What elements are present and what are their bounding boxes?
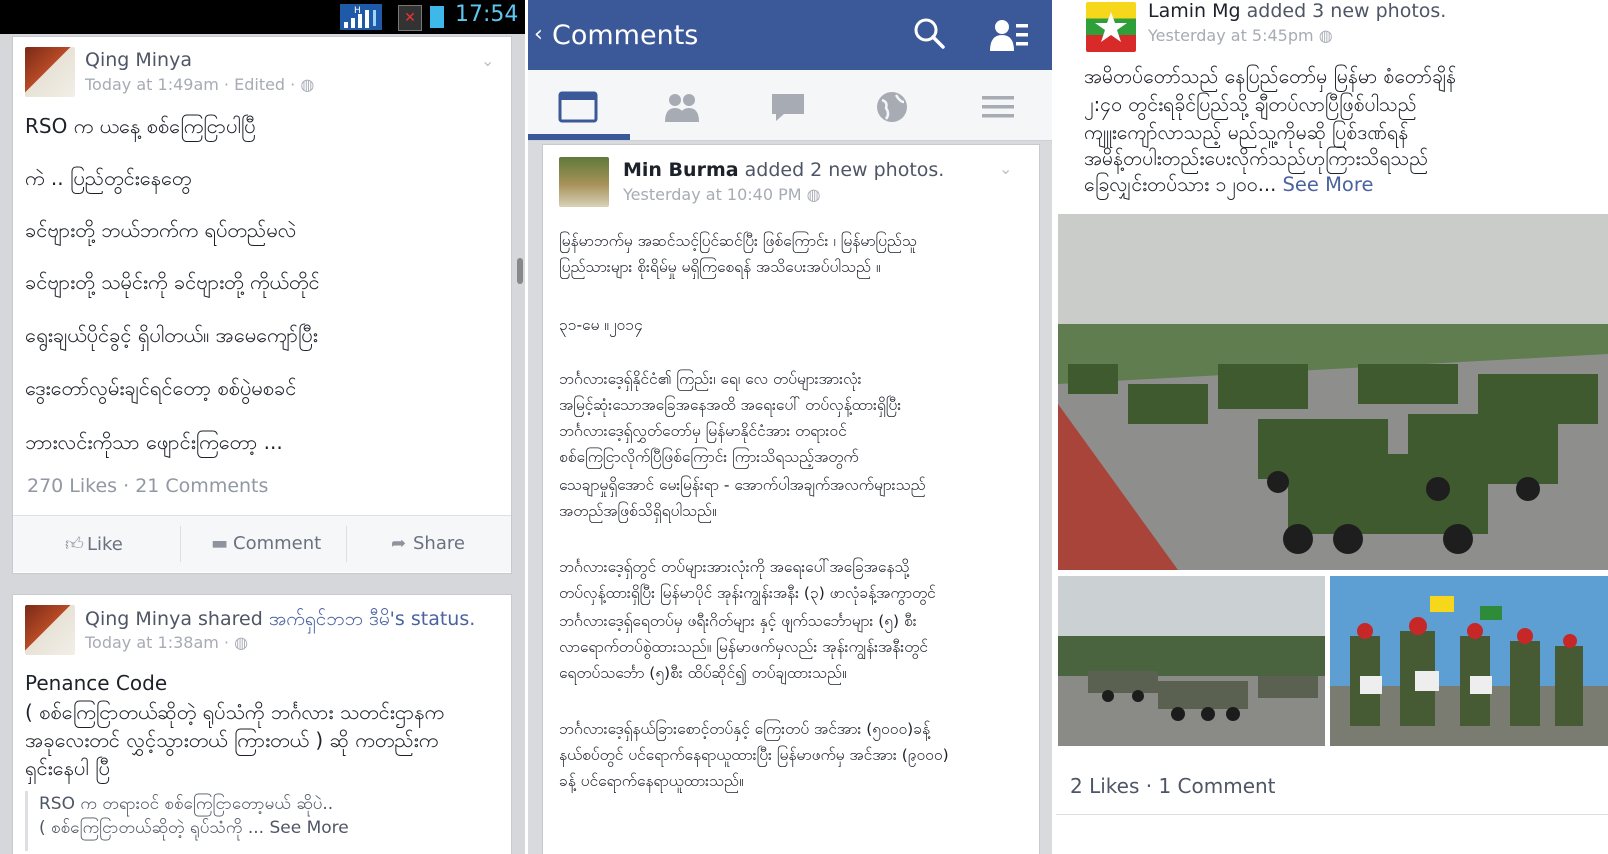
post-stats[interactable]: 2 Likes · 1 Comment <box>1070 774 1276 798</box>
post-text-line: ဘားလင်းကိုသာ ဖျောင်းကြတော့ ... <box>25 430 283 454</box>
status-bar: H ✕ 17:54 <box>0 0 525 34</box>
post-text-line: ဘင်္ဂလားဒေ့ရှ်နိုင်ငံ၏ ကြည်း၊ ရေ၊ လေ တပ်… <box>559 370 862 388</box>
post-text-line: ( စစ်ကြေငြာတယ်ဆိုတဲ့ ရုပ်သံကို ဘင်္ဂလား … <box>25 700 445 724</box>
globe-icon: ◍ <box>806 185 821 204</box>
feed-panel-right: Lamin Mg added 3 new photos. Yesterday a… <box>1056 0 1608 854</box>
post-text-line: အမြင့်ဆုံးသောအခြေအနေအထိ အရေးပေါ် တပ်လှန့… <box>559 396 902 414</box>
post-text-line: ဘင်္ဂလားဒေ့ရှ်လွှတ်တော်မှ မြန်မာနိုင်ငံအ… <box>559 422 847 440</box>
tab-messages[interactable] <box>766 90 810 124</box>
post-author[interactable]: Qing Minya shared အက်ရှင်ဘဘ ဒီမိ's statu… <box>85 607 475 635</box>
photo-marching-band[interactable] <box>1330 576 1608 746</box>
comments-panel: ‹ Comments Min Burma added 2 new photos.… <box>528 0 1052 854</box>
post-stats[interactable]: 270 Likes · 21 Comments <box>27 475 268 497</box>
feed-panel-left: H ✕ 17:54 Qing Minya Today at 1:49am · E… <box>0 0 525 854</box>
tab-friends[interactable] <box>660 90 704 124</box>
like-button[interactable]: 👍︎ Like <box>65 533 123 555</box>
post-card: Qing Minya Today at 1:49am · Edited · ◍ … <box>12 36 512 574</box>
post-text-line: ဘင်္ဂလားဒေ့ရှ်တွင် တပ်များအားလုံးကို အရေ… <box>559 558 910 576</box>
quoted-text-line: RSO က တရားဝင် စစ်ကြေငြာတော့မယ် ဆိုပဲ.. <box>39 794 334 814</box>
post-meta: Yesterday at 10:40 PM ◍ <box>623 185 821 204</box>
post-text-line: ခင်ဗျားတို့ ဘယ်ဘက်က ရပ်တည်မလဲ <box>25 218 297 242</box>
post-text-line: ကဲ .. ပြည်တွင်းနေတွေ <box>25 166 192 190</box>
thumbs-up-icon: 👍︎ <box>65 534 84 555</box>
post-card: Qing Minya shared အက်ရှင်ဘဘ ဒီမိ's statu… <box>12 594 512 854</box>
post-text-line: လာရောက်တပ်စွဲထားသည်။ မြန်မာဖက်မှလည်း အုန… <box>559 638 928 656</box>
post-text-line: အခုလေးတင် လွှင့်သွားတယ် ကြားတယ် ) ဆို ကတ… <box>25 728 439 752</box>
tab-news-feed[interactable] <box>556 90 600 124</box>
post-text-line: ၃၁-မေ ။၂၀၁၄ <box>559 316 643 334</box>
post-text-line: ရှင်းနေပါ ပြီ <box>25 756 110 780</box>
star-icon <box>1095 12 1127 42</box>
post-meta: Today at 1:49am · Edited · ◍ <box>85 75 315 94</box>
avatar[interactable] <box>25 47 75 97</box>
avatar[interactable] <box>25 605 75 655</box>
post-text-line: ၂:၄၀ တွင်းရခိုင်ပြည်သို့ ချီတပ်လာပြီဖြစ်… <box>1084 93 1417 116</box>
divider <box>1056 814 1608 815</box>
chevron-down-icon[interactable]: ⌄ <box>999 159 1012 178</box>
photo-armored-vehicles[interactable] <box>1058 576 1325 746</box>
post-card: Lamin Mg added 3 new photos. Yesterday a… <box>1056 0 1608 854</box>
post-card: Min Burma added 2 new photos. Yesterday … <box>542 144 1040 854</box>
post-meta: Today at 1:38am · ◍ <box>85 633 249 652</box>
photo-military-parade[interactable] <box>1058 214 1608 570</box>
tab-menu[interactable] <box>976 90 1020 124</box>
comment-button[interactable]: ▬ Comment <box>211 533 321 554</box>
comment-icon: ▬ <box>211 533 229 554</box>
avatar[interactable] <box>559 157 609 207</box>
post-text-line: ဘင်္ဂလားဒေ့ရှ်နယ်ခြားစောင့်တပ်နှင့် ကြေး… <box>559 720 930 738</box>
see-more-link[interactable]: See More <box>1283 173 1374 196</box>
post-author[interactable]: Lamin Mg added 3 new photos. <box>1148 0 1446 22</box>
share-icon: ➦ <box>391 533 407 554</box>
post-text-line: ရေတပ်သင်္ဘော (၅)စီး ထိပ်ဆိုင်၍ တပ်ချထားသ… <box>559 664 847 682</box>
tab-notifications[interactable] <box>870 90 914 124</box>
avatar[interactable] <box>1086 2 1136 52</box>
page-title: Comments <box>552 20 699 51</box>
post-text-line: သေချာမှုရှိအောင် မေးမြန်းရာ - အောက်ပါအချ… <box>559 476 926 494</box>
post-text-line: ခန့် ပင်ရောက်နေရာယူထားသည်။ <box>559 772 744 790</box>
signal-icon: H <box>340 4 382 30</box>
chevron-down-icon[interactable]: ⌄ <box>481 51 494 70</box>
post-text-line: ဒွေးတော်လွမ်းချင်ရင်တော့ စစ်ပွဲမစခင် <box>25 376 297 400</box>
post-text-line: ခြေလျှင်းတပ်သား ၁၂၀၀... See More <box>1084 173 1374 196</box>
post-text-line: ရွေးချယ်ပိုင်ခွင့် ရှိပါတယ်။ အမေကျော်ပြီ… <box>25 323 318 347</box>
quoted-text-line[interactable]: ( စစ်ကြေငြာတယ်ဆိုတဲ့ ရုပ်သံကို ... See M… <box>39 817 349 842</box>
post-author[interactable]: Qing Minya <box>85 49 192 71</box>
scrollbar-thumb[interactable] <box>517 258 523 284</box>
shared-status-link[interactable]: အက်ရှင်ဘဘ ဒီမိ's status. <box>269 608 475 630</box>
post-text-line: ကျူးကျော်လာသည့် မည်သူ့ကိုမဆို ပြစ်ဒဏ်ရန် <box>1084 121 1409 144</box>
post-author[interactable]: Min Burma added 2 new photos. <box>623 159 944 181</box>
post-text-line: အမိန့်တပါးတည်းပေးလိုက်သည်ဟုကြားသိရသည် <box>1084 147 1429 170</box>
status-time: 17:54 <box>455 2 519 27</box>
post-text-line: ပြည်သားများ စိုးရိမ်မှု မရှိကြစေရန် အသိပ… <box>559 258 881 276</box>
post-text-line: RSO က ယနေ့ စစ်ကြေငြာပါပြီ <box>25 114 256 138</box>
post-text-line: ဘင်္ဂလားဒေ့ရှ်ရေတပ်မှ ဖရီးဂိတ်များ နှင့်… <box>559 612 917 630</box>
top-bar: ‹ Comments <box>528 0 1052 70</box>
no-sim-icon: ✕ <box>398 5 422 31</box>
post-text-line: အတည်အဖြစ်သိရှိရပါသည်။ <box>559 502 717 520</box>
search-icon[interactable] <box>912 16 946 50</box>
quote-bar <box>25 791 28 851</box>
back-icon[interactable]: ‹ <box>534 22 543 47</box>
friend-requests-icon[interactable] <box>990 18 1030 52</box>
post-text-line: အမိတပ်တော်သည် နေပြည်တော်မှ မြန်မာ စံတော်… <box>1084 65 1457 88</box>
post-text-line: မြန်မာဘက်မှ အဆင်သင့်ပြင်ဆင်ပြီး ဖြစ်ကြော… <box>559 232 917 250</box>
post-text-line: ခင်ဗျားတို့ သမိုင်းကို ခင်ဗျားတို့ ကိုယ်… <box>25 270 320 294</box>
post-text-line: တပ်လှန့်ထားရှိပြီး မြန်မာပိုင် အုန်းကျွန… <box>559 584 936 602</box>
globe-icon: ◍ <box>234 633 249 652</box>
globe-icon: ◍ <box>300 75 315 94</box>
active-tab-indicator <box>528 134 630 140</box>
globe-icon: ◍ <box>1318 26 1333 45</box>
tab-bar <box>528 70 1052 141</box>
post-actions: 👍︎ Like ▬ Comment ➦ Share <box>13 515 511 572</box>
share-button[interactable]: ➦ Share <box>391 533 465 554</box>
post-text-line: စစ်ကြေငြာလိုက်ပြီဖြစ်ကြောင်း ကြားသိရသည့်… <box>559 448 859 466</box>
post-text-line: Penance Code <box>25 671 168 695</box>
post-text-line: နယ်စပ်တွင် ပင်ရောက်နေရာယူထားပြီး မြန်မာဖ… <box>559 746 949 764</box>
post-meta: Yesterday at 5:45pm ◍ <box>1148 26 1333 45</box>
battery-icon <box>430 6 444 28</box>
